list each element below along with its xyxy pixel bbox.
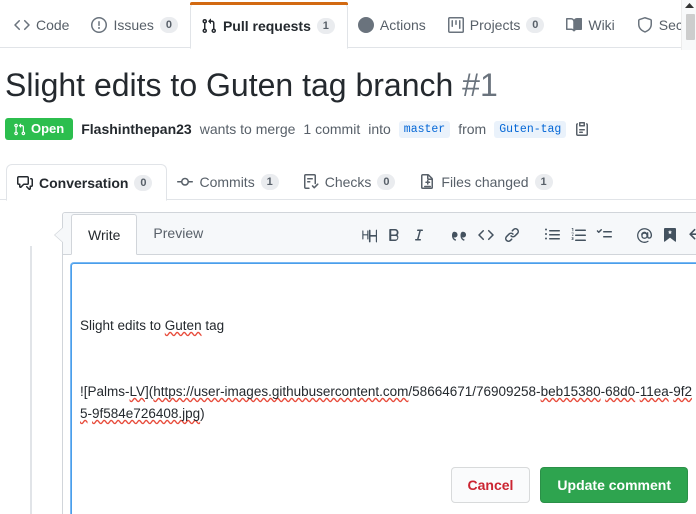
update-comment-button[interactable]: Update comment <box>540 467 688 503</box>
italic-icon[interactable] <box>407 222 433 248</box>
window-scrollbar[interactable] <box>681 0 696 50</box>
copy-branch-icon[interactable] <box>574 121 590 137</box>
status-badge-label: Open <box>31 121 65 136</box>
nav-item-projects[interactable]: Projects 0 <box>438 1 557 48</box>
tab-counter-conversation: 0 <box>134 174 153 191</box>
tab-label-files-changed: Files changed <box>441 173 529 190</box>
pr-state-line: Open Flashinthepan23 wants to merge 1 co… <box>5 118 590 140</box>
shield-icon <box>637 16 652 33</box>
pr-tab-bar: Conversation 0 Commits 1 Checks 0 Files … <box>0 162 696 201</box>
nav-counter-issues: 0 <box>159 16 178 33</box>
merge-text-1: wants to merge <box>199 121 296 137</box>
tab-label-conversation: Conversation <box>39 174 129 191</box>
scrollbar-thumb[interactable] <box>686 14 695 40</box>
commit-count: 1 commit <box>303 121 361 137</box>
nav-label-actions: Actions <box>379 16 426 33</box>
pr-number: #1 <box>462 67 498 103</box>
merge-text-2: into <box>368 121 391 137</box>
scroll-up-arrow-icon[interactable] <box>685 3 694 8</box>
page-title: Slight edits to Guten tag branch #1 <box>5 66 498 104</box>
tab-counter-commits: 1 <box>260 173 279 190</box>
tab-checks[interactable]: Checks 0 <box>293 163 410 200</box>
nav-label-projects: Projects <box>469 16 521 33</box>
pr-title-text: Slight edits to Guten tag branch <box>5 67 454 103</box>
editor-header: Write Preview <box>63 213 696 255</box>
checklist-icon <box>303 173 319 189</box>
nav-item-actions[interactable]: Actions <box>348 1 438 48</box>
status-badge: Open <box>5 118 74 140</box>
heading-icon[interactable] <box>355 222 381 248</box>
tab-counter-checks: 0 <box>377 173 396 190</box>
nav-item-pull-requests[interactable]: Pull requests 1 <box>189 2 348 49</box>
comment-discussion-icon <box>17 175 33 190</box>
tab-counter-files-changed: 1 <box>534 173 553 190</box>
git-pull-request-icon <box>202 18 216 33</box>
tab-conversation[interactable]: Conversation 0 <box>6 164 168 201</box>
play-icon <box>357 16 374 33</box>
file-diff-icon <box>421 173 434 189</box>
nav-label-wiki: Wiki <box>588 16 615 33</box>
nav-label-issues: Issues <box>113 16 154 33</box>
base-branch-chip[interactable]: master <box>398 120 451 138</box>
nav-counter-pull-requests: 1 <box>316 17 335 34</box>
book-icon <box>566 17 583 31</box>
bold-icon[interactable] <box>381 222 407 248</box>
saved-replies-icon[interactable] <box>657 222 683 248</box>
nav-label-pull-requests: Pull requests <box>222 17 311 34</box>
markdown-toolbar <box>355 222 696 248</box>
comment-line-1: Slight edits to Guten tag <box>80 318 225 333</box>
mention-icon[interactable] <box>631 222 657 248</box>
code-icon <box>14 19 30 30</box>
tab-files-changed[interactable]: Files changed 1 <box>409 163 566 200</box>
nav-item-issues[interactable]: Issues 0 <box>81 1 189 48</box>
git-commit-icon <box>177 177 194 186</box>
nav-item-code[interactable]: Code <box>4 1 81 48</box>
issue-opened-icon <box>91 16 108 33</box>
unordered-list-icon[interactable] <box>539 222 565 248</box>
nav-item-wiki[interactable]: Wiki <box>556 1 626 48</box>
repo-navigation: Code Issues 0 Pull requests 1 Actions Pr… <box>0 0 696 49</box>
tab-label-commits: Commits <box>199 173 255 190</box>
tab-commits[interactable]: Commits 1 <box>167 163 292 200</box>
nav-label-code: Code <box>36 16 70 33</box>
comment-line-2: ![Palms-LV](https://user-images.githubus… <box>80 384 692 421</box>
cancel-button[interactable]: Cancel <box>450 467 531 503</box>
code-icon[interactable] <box>473 222 499 248</box>
quote-icon[interactable] <box>447 222 473 248</box>
pr-author[interactable]: Flashinthepan23 <box>81 121 191 137</box>
tab-write[interactable]: Write <box>71 214 138 255</box>
reference-reply-icon[interactable] <box>683 222 696 248</box>
merge-text-3: from <box>458 121 487 137</box>
ordered-list-icon[interactable] <box>565 222 591 248</box>
tab-label-checks: Checks <box>324 173 372 190</box>
project-icon <box>447 16 464 33</box>
tab-preview[interactable]: Preview <box>137 213 219 254</box>
link-icon[interactable] <box>499 222 525 248</box>
editor-actions: Cancel Update comment <box>0 467 696 503</box>
head-branch-chip[interactable]: Guten-tag <box>494 120 567 138</box>
git-pull-request-icon <box>14 122 26 135</box>
task-list-icon[interactable] <box>591 222 617 248</box>
nav-counter-projects: 0 <box>526 16 545 33</box>
